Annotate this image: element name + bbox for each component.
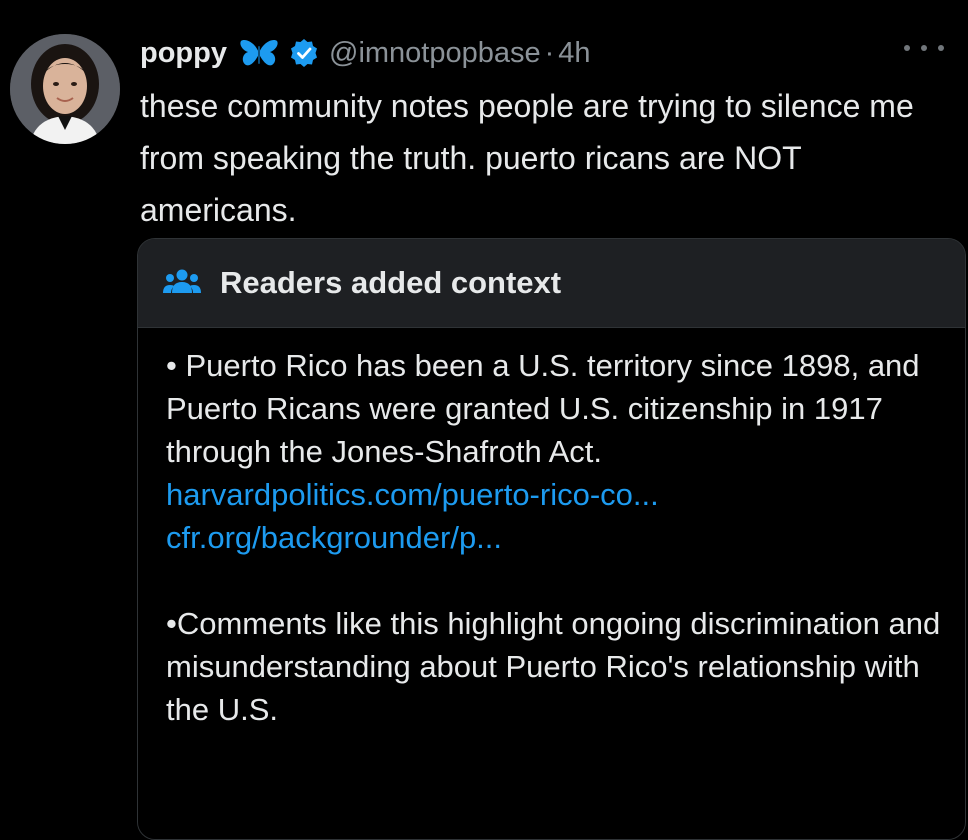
more-dot	[921, 45, 927, 51]
community-note: Readers added context • Puerto Rico has …	[137, 238, 966, 840]
separator-dot: ·	[544, 36, 555, 69]
people-icon	[162, 266, 202, 300]
more-dot	[938, 45, 944, 51]
source-link-harvardpolitics[interactable]: harvardpolitics.com/puerto-rico-co...	[166, 473, 945, 516]
source-link-cfr[interactable]: cfr.org/backgrounder/p...	[166, 516, 945, 559]
display-name[interactable]: poppy	[140, 37, 227, 70]
community-note-body: • Puerto Rico has been a U.S. territory …	[138, 328, 965, 839]
note-point-2: •Comments like this highlight ongoing di…	[166, 606, 941, 727]
tweet-text: these community notes people are trying …	[140, 88, 914, 228]
note-point-1: • Puerto Rico has been a U.S. territory …	[166, 348, 920, 469]
tweet-header: poppy @imnotpopbase · 4h	[140, 30, 591, 76]
butterfly-icon	[239, 38, 279, 68]
profile-photo-icon	[10, 34, 120, 144]
tweet: poppy @imnotpopbase · 4h these community…	[0, 0, 968, 840]
community-note-header[interactable]: Readers added context	[138, 239, 965, 328]
timestamp[interactable]: 4h	[558, 37, 590, 70]
handle[interactable]: @imnotpopbase	[329, 37, 541, 70]
more-dot	[904, 45, 910, 51]
avatar[interactable]	[10, 34, 120, 144]
more-options-icon[interactable]	[904, 38, 944, 58]
verified-badge-icon[interactable]	[289, 38, 319, 68]
community-note-title: Readers added context	[220, 265, 562, 300]
